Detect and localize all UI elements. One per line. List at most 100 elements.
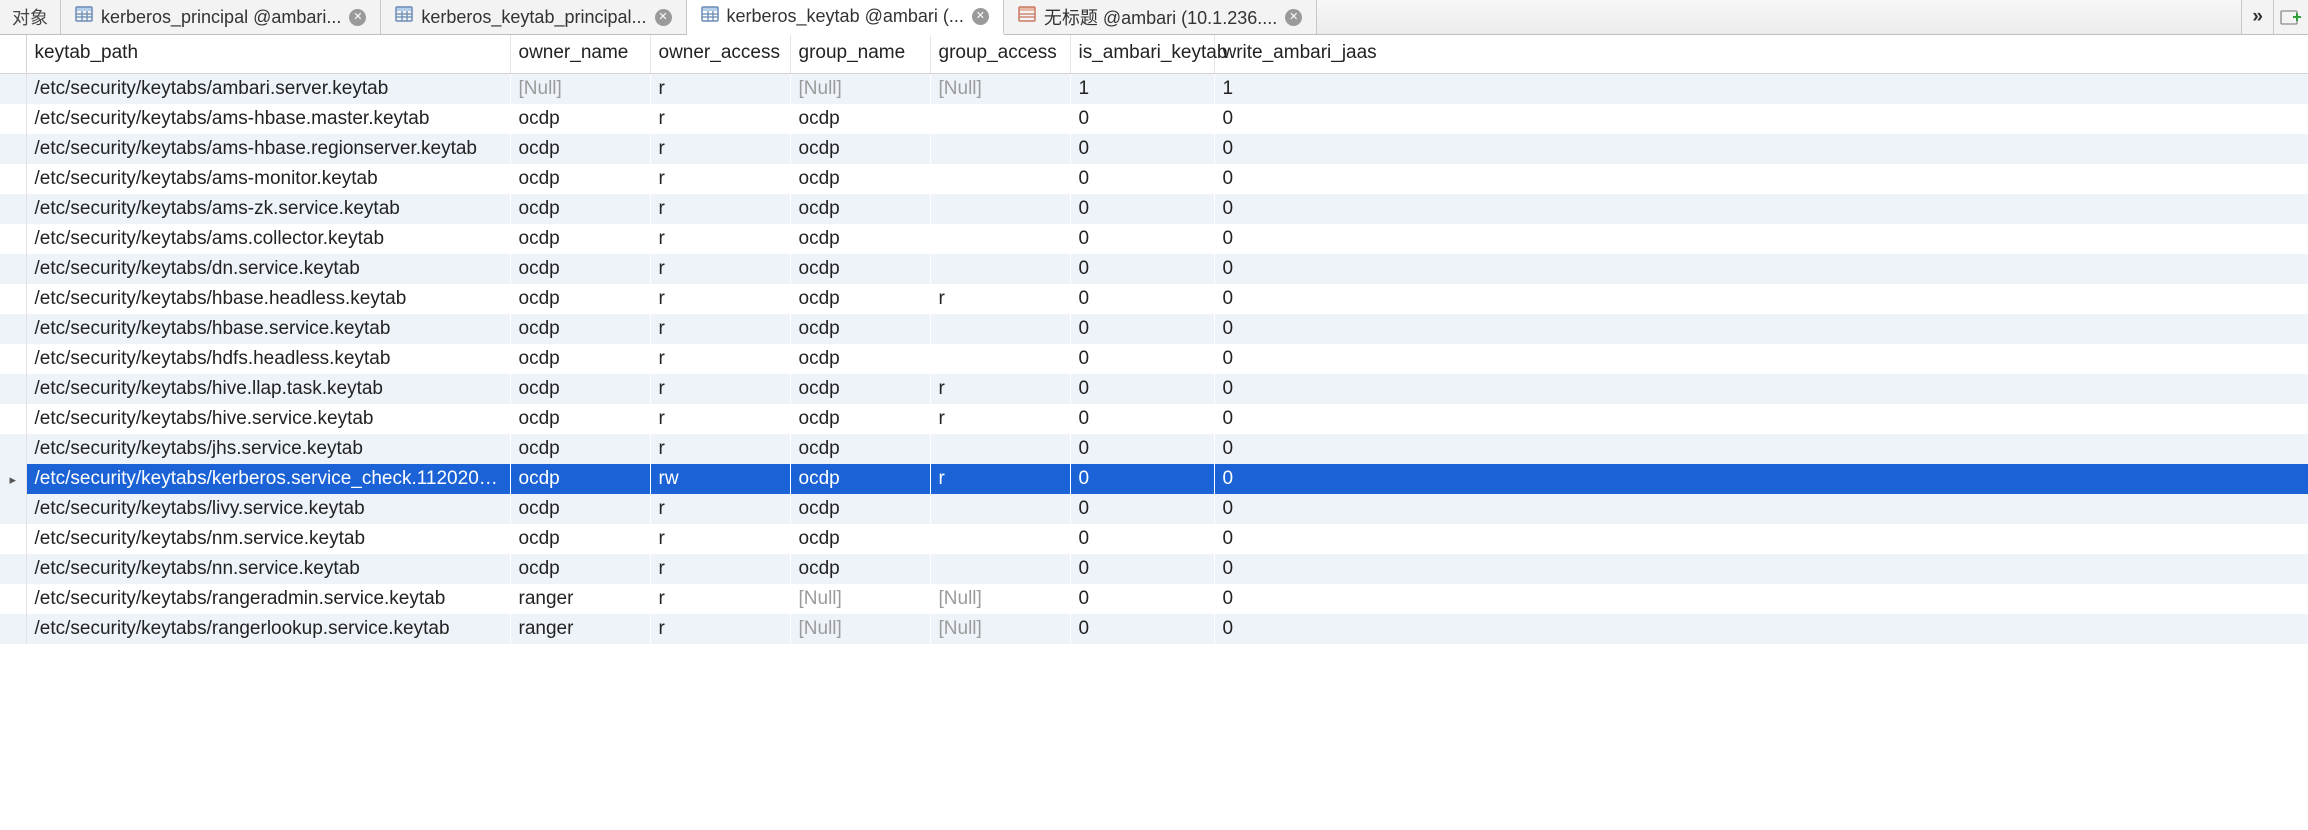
table-row[interactable]: /etc/security/keytabs/dn.service.keytabo… bbox=[0, 254, 2308, 284]
cell-group_name[interactable]: ocdp bbox=[790, 554, 930, 584]
cell-keytab_path[interactable]: /etc/security/keytabs/kerberos.service_c… bbox=[26, 464, 510, 494]
row-gutter[interactable] bbox=[0, 254, 26, 284]
column-header-group_access[interactable]: group_access bbox=[930, 35, 1070, 73]
cell-group_access[interactable] bbox=[930, 134, 1070, 164]
cell-write_ambari_jaas[interactable]: 0 bbox=[1214, 134, 2308, 164]
cell-owner_name[interactable]: ocdp bbox=[510, 314, 650, 344]
cell-owner_access[interactable]: r bbox=[650, 73, 790, 104]
cell-keytab_path[interactable]: /etc/security/keytabs/nm.service.keytab bbox=[26, 524, 510, 554]
cell-group_name[interactable]: ocdp bbox=[790, 344, 930, 374]
row-gutter[interactable] bbox=[0, 614, 26, 644]
cell-write_ambari_jaas[interactable]: 0 bbox=[1214, 494, 2308, 524]
cell-keytab_path[interactable]: /etc/security/keytabs/ams-hbase.regionse… bbox=[26, 134, 510, 164]
row-gutter[interactable] bbox=[0, 134, 26, 164]
cell-keytab_path[interactable]: /etc/security/keytabs/rangeradmin.servic… bbox=[26, 584, 510, 614]
row-gutter[interactable] bbox=[0, 494, 26, 524]
cell-is_ambari_keytab[interactable]: 0 bbox=[1070, 344, 1214, 374]
column-header-is_ambari_keytab[interactable]: is_ambari_keytab bbox=[1070, 35, 1214, 73]
cell-owner_name[interactable]: ocdp bbox=[510, 254, 650, 284]
cell-owner_name[interactable]: ocdp bbox=[510, 554, 650, 584]
cell-group_access[interactable] bbox=[930, 344, 1070, 374]
cell-group_access[interactable] bbox=[930, 164, 1070, 194]
cell-is_ambari_keytab[interactable]: 0 bbox=[1070, 554, 1214, 584]
cell-is_ambari_keytab[interactable]: 0 bbox=[1070, 404, 1214, 434]
cell-write_ambari_jaas[interactable]: 0 bbox=[1214, 614, 2308, 644]
cell-write_ambari_jaas[interactable]: 0 bbox=[1214, 224, 2308, 254]
cell-group_access[interactable]: [Null] bbox=[930, 73, 1070, 104]
cell-group_access[interactable] bbox=[930, 554, 1070, 584]
cell-owner_name[interactable]: ocdp bbox=[510, 224, 650, 254]
cell-group_access[interactable] bbox=[930, 254, 1070, 284]
cell-group_access[interactable] bbox=[930, 314, 1070, 344]
cell-group_name[interactable]: [Null] bbox=[790, 584, 930, 614]
new-tab-button[interactable] bbox=[2273, 0, 2308, 34]
column-header-owner_access[interactable]: owner_access bbox=[650, 35, 790, 73]
tab-0[interactable]: kerberos_principal @ambari... bbox=[61, 0, 381, 34]
table-row[interactable]: /etc/security/keytabs/ams-zk.service.key… bbox=[0, 194, 2308, 224]
row-gutter[interactable] bbox=[0, 224, 26, 254]
cell-owner_name[interactable]: ocdp bbox=[510, 374, 650, 404]
cell-keytab_path[interactable]: /etc/security/keytabs/hive.llap.task.key… bbox=[26, 374, 510, 404]
cell-keytab_path[interactable]: /etc/security/keytabs/livy.service.keyta… bbox=[26, 494, 510, 524]
tab-close-button[interactable] bbox=[349, 9, 366, 26]
cell-is_ambari_keytab[interactable]: 0 bbox=[1070, 614, 1214, 644]
cell-group_access[interactable]: r bbox=[930, 374, 1070, 404]
cell-keytab_path[interactable]: /etc/security/keytabs/dn.service.keytab bbox=[26, 254, 510, 284]
cell-owner_access[interactable]: r bbox=[650, 524, 790, 554]
table-row[interactable]: /etc/security/keytabs/ams-hbase.master.k… bbox=[0, 104, 2308, 134]
cell-group_name[interactable]: ocdp bbox=[790, 164, 930, 194]
cell-write_ambari_jaas[interactable]: 0 bbox=[1214, 284, 2308, 314]
row-gutter[interactable] bbox=[0, 554, 26, 584]
tab-close-button[interactable] bbox=[655, 9, 672, 26]
cell-is_ambari_keytab[interactable]: 0 bbox=[1070, 314, 1214, 344]
cell-keytab_path[interactable]: /etc/security/keytabs/hdfs.headless.keyt… bbox=[26, 344, 510, 374]
table-row[interactable]: /etc/security/keytabs/ams-hbase.regionse… bbox=[0, 134, 2308, 164]
cell-owner_access[interactable]: r bbox=[650, 554, 790, 584]
table-row[interactable]: /etc/security/keytabs/ams-monitor.keytab… bbox=[0, 164, 2308, 194]
row-gutter[interactable] bbox=[0, 434, 26, 464]
cell-write_ambari_jaas[interactable]: 0 bbox=[1214, 194, 2308, 224]
cell-group_access[interactable] bbox=[930, 434, 1070, 464]
table-row[interactable]: /etc/security/keytabs/hbase.headless.key… bbox=[0, 284, 2308, 314]
cell-is_ambari_keytab[interactable]: 0 bbox=[1070, 494, 1214, 524]
tab-1[interactable]: kerberos_keytab_principal... bbox=[381, 0, 686, 34]
cell-group_name[interactable]: ocdp bbox=[790, 374, 930, 404]
row-gutter[interactable] bbox=[0, 524, 26, 554]
row-gutter[interactable] bbox=[0, 164, 26, 194]
cell-group_name[interactable]: ocdp bbox=[790, 224, 930, 254]
cell-is_ambari_keytab[interactable]: 0 bbox=[1070, 464, 1214, 494]
cell-keytab_path[interactable]: /etc/security/keytabs/hive.service.keyta… bbox=[26, 404, 510, 434]
cell-is_ambari_keytab[interactable]: 1 bbox=[1070, 73, 1214, 104]
cell-owner_access[interactable]: r bbox=[650, 104, 790, 134]
cell-group_name[interactable]: ocdp bbox=[790, 194, 930, 224]
cell-owner_access[interactable]: r bbox=[650, 314, 790, 344]
cell-group_name[interactable]: ocdp bbox=[790, 134, 930, 164]
cell-owner_name[interactable]: ranger bbox=[510, 614, 650, 644]
cell-write_ambari_jaas[interactable]: 0 bbox=[1214, 344, 2308, 374]
cell-owner_access[interactable]: r bbox=[650, 434, 790, 464]
cell-group_access[interactable] bbox=[930, 194, 1070, 224]
cell-write_ambari_jaas[interactable]: 0 bbox=[1214, 254, 2308, 284]
cell-keytab_path[interactable]: /etc/security/keytabs/jhs.service.keytab bbox=[26, 434, 510, 464]
cell-write_ambari_jaas[interactable]: 0 bbox=[1214, 314, 2308, 344]
cell-owner_name[interactable]: ocdp bbox=[510, 344, 650, 374]
cell-write_ambari_jaas[interactable]: 0 bbox=[1214, 434, 2308, 464]
table-row[interactable]: /etc/security/keytabs/nm.service.keytabo… bbox=[0, 524, 2308, 554]
cell-group_name[interactable]: ocdp bbox=[790, 404, 930, 434]
cell-keytab_path[interactable]: /etc/security/keytabs/ams-hbase.master.k… bbox=[26, 104, 510, 134]
cell-owner_access[interactable]: r bbox=[650, 224, 790, 254]
table-row[interactable]: /etc/security/keytabs/hdfs.headless.keyt… bbox=[0, 344, 2308, 374]
cell-group_name[interactable]: ocdp bbox=[790, 464, 930, 494]
tab-overflow-button[interactable]: » bbox=[2241, 0, 2273, 34]
cell-is_ambari_keytab[interactable]: 0 bbox=[1070, 374, 1214, 404]
cell-write_ambari_jaas[interactable]: 0 bbox=[1214, 524, 2308, 554]
cell-group_name[interactable]: [Null] bbox=[790, 614, 930, 644]
cell-owner_name[interactable]: ocdp bbox=[510, 434, 650, 464]
cell-group_name[interactable]: ocdp bbox=[790, 494, 930, 524]
cell-owner_access[interactable]: r bbox=[650, 614, 790, 644]
cell-group_access[interactable]: [Null] bbox=[930, 614, 1070, 644]
cell-write_ambari_jaas[interactable]: 0 bbox=[1214, 584, 2308, 614]
cell-owner_access[interactable]: r bbox=[650, 254, 790, 284]
row-gutter[interactable] bbox=[0, 194, 26, 224]
row-gutter[interactable]: ▸ bbox=[0, 464, 26, 494]
